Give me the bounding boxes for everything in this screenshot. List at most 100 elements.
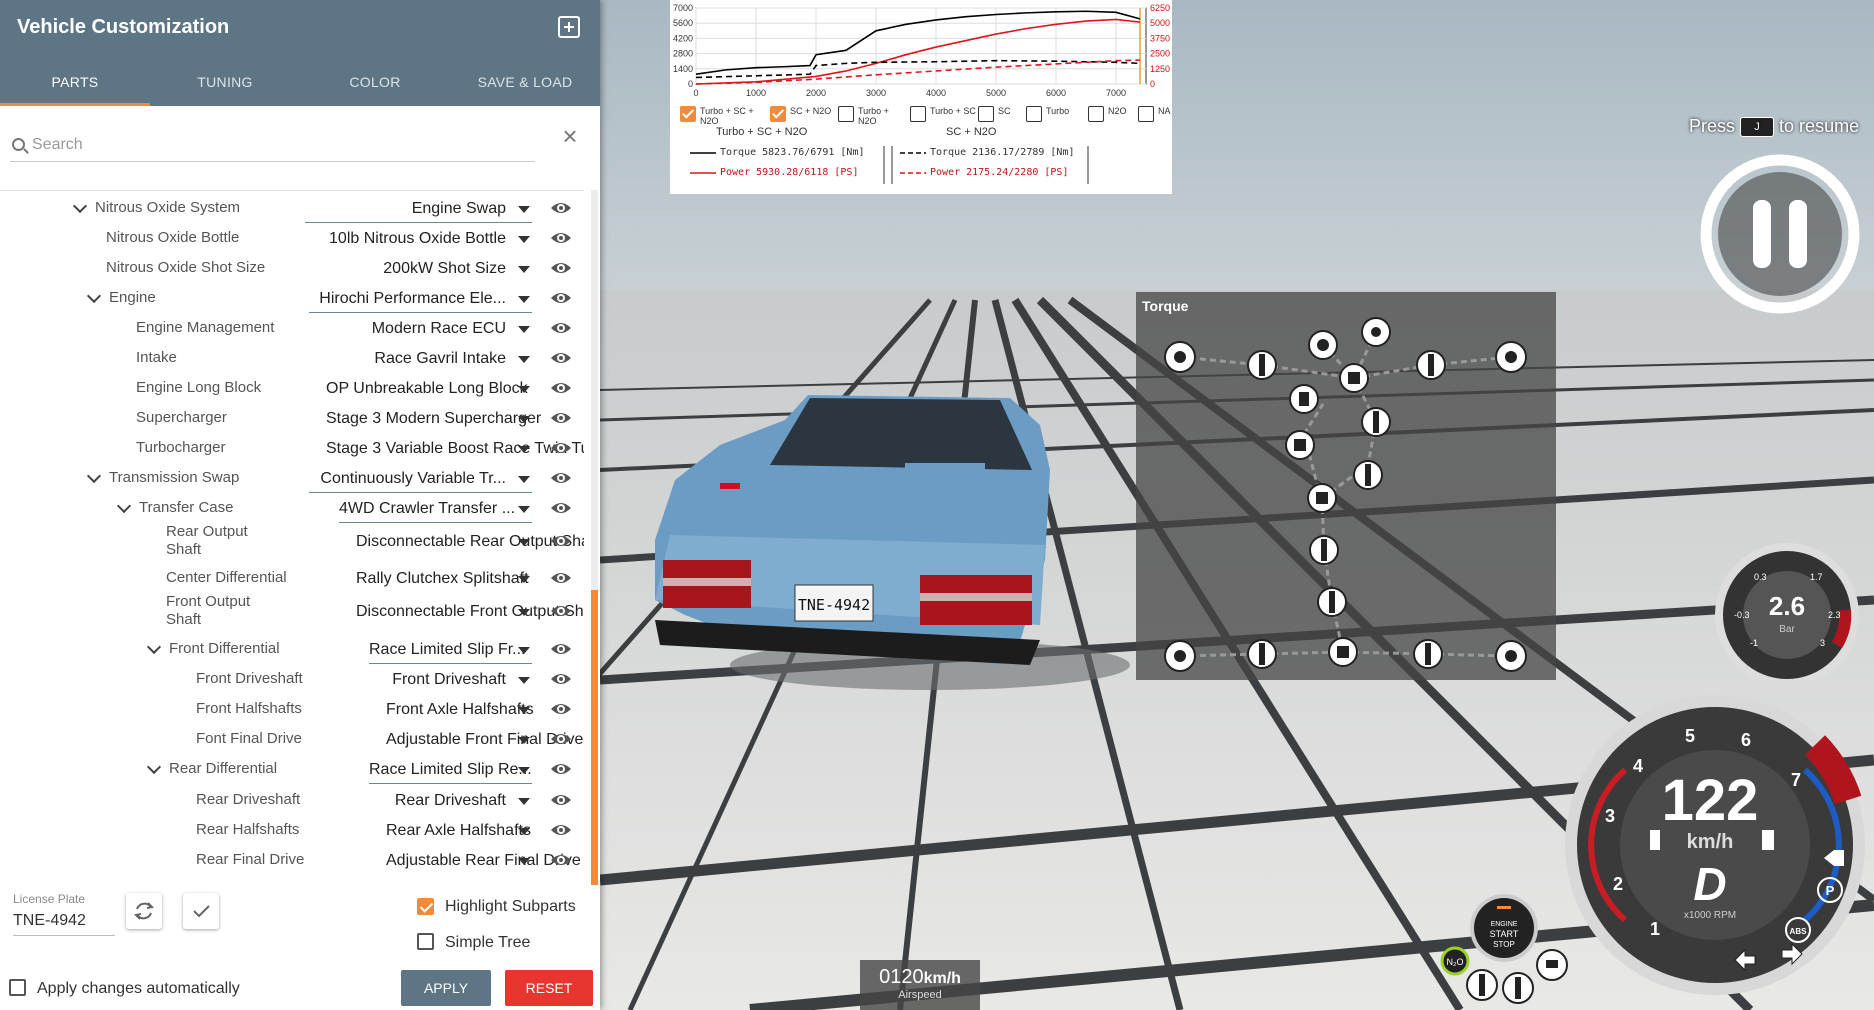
part-select[interactable]: Stage 3 Variable Boost Race Twin Turbo [326,435,584,463]
part-select[interactable]: Front Driveshaft [386,666,532,694]
expand-chevron-icon[interactable] [146,759,162,775]
graph-series-checkbox-label: Turbo + SC [930,106,976,116]
add-window-icon[interactable] [558,16,580,38]
scrollbar-thumb[interactable] [591,590,598,885]
graph-series-checkbox[interactable] [1026,106,1042,122]
visibility-eye-icon[interactable] [550,411,572,425]
visibility-eye-icon[interactable] [550,441,572,455]
parts-tree: Nitrous Oxide System Engine Swap Nitrous O… [0,190,584,885]
part-select-value: Front Driveshaft [392,671,506,688]
x-tick-label: 6000 [1046,88,1066,98]
part-select[interactable]: Front Axle Halfshafts [386,696,534,724]
part-select[interactable]: Engine Swap [305,195,532,223]
clear-search-icon[interactable]: × [558,123,582,150]
part-select[interactable]: Stage 3 Modern Supercharger [326,405,541,433]
expand-chevron-icon[interactable] [116,498,132,514]
visibility-eye-icon[interactable] [550,381,572,395]
part-select[interactable]: Rear Axle Halfshafts [386,817,532,845]
part-select[interactable]: Continuously Variable Tr... [309,465,532,493]
part-select[interactable]: 10lb Nitrous Oxide Bottle [296,225,532,253]
part-select-value: Stage 3 Modern Supercharger [326,410,542,427]
svg-text:3: 3 [1820,638,1825,648]
highlight-subparts-checkbox[interactable] [417,898,434,915]
part-select[interactable]: Race Limited Slip Re... [369,756,532,784]
visibility-eye-icon[interactable] [550,853,572,867]
graph-series-checkbox[interactable] [1088,106,1104,122]
part-select[interactable]: OP Unbreakable Long Block [326,375,532,403]
legend-left-power: Power 5930.28/6118 [PS] [720,167,859,178]
visibility-eye-icon[interactable] [550,351,572,365]
visibility-eye-icon[interactable] [550,261,572,275]
graph-series-checkbox[interactable] [838,106,854,122]
key-j-icon: J [1740,117,1775,138]
part-select-value: Engine Swap [411,200,506,217]
visibility-eye-icon[interactable] [550,823,572,837]
x-tick-label: 5000 [986,88,1006,98]
expand-chevron-icon[interactable] [72,198,88,214]
graph-series-checkbox[interactable] [770,106,786,122]
part-select[interactable]: Adjustable Rear Final Drive [386,847,581,875]
visibility-eye-icon[interactable] [550,571,572,585]
part-select[interactable]: 4WD Crawler Transfer ... [339,495,532,523]
visibility-eye-icon[interactable] [550,642,572,656]
confirm-plate-button[interactable] [183,893,219,929]
apply-button[interactable]: APPLY [401,970,491,1006]
visibility-eye-icon[interactable] [550,604,572,618]
part-select[interactable]: 200kW Shot Size [296,255,532,283]
visibility-eye-icon[interactable] [550,762,572,776]
series-line-power-solid [695,18,1141,85]
part-select-value: 4WD Crawler Transfer ... [339,500,516,517]
svg-text:ABS: ABS [1790,927,1808,936]
visibility-eye-icon[interactable] [550,321,572,335]
tab-color[interactable]: COLOR [300,62,450,106]
apply-automatically-checkbox[interactable] [9,979,26,996]
series-line-power-dashed [695,59,1141,85]
part-select[interactable]: Disconnectable Front Output Shaft [356,598,584,626]
graph-series-checkbox[interactable] [910,106,926,122]
part-select-value: Rear Driveshaft [394,792,506,809]
part-select[interactable]: Disconnectable Rear Output Shaft [356,528,584,556]
part-select[interactable]: Hirochi Performance Ele... [309,285,532,313]
dropdown-caret-icon [518,236,530,243]
visibility-eye-icon[interactable] [550,702,572,716]
tab-save-load[interactable]: SAVE & LOAD [450,62,600,106]
pause-icon-right [1789,200,1807,268]
visibility-eye-icon[interactable] [550,291,572,305]
part-select[interactable]: Race Limited Slip Fr... [369,636,532,664]
dropdown-caret-icon [518,206,530,213]
tab-tuning[interactable]: TUNING [150,62,300,106]
dropdown-caret-icon [518,828,530,835]
part-select-value: Front Axle Halfshafts [386,701,534,718]
dropdown-caret-icon [518,266,530,273]
visibility-eye-icon[interactable] [550,793,572,807]
visibility-eye-icon[interactable] [550,534,572,548]
part-select[interactable]: Rear Driveshaft [386,787,532,815]
y-left-tick-label: 2800 [673,49,693,59]
visibility-eye-icon[interactable] [550,732,572,746]
part-select[interactable]: Race Gavril Intake [326,345,532,373]
graph-series-checkbox[interactable] [680,106,696,122]
visibility-eye-icon[interactable] [550,471,572,485]
randomize-plate-button[interactable] [126,893,162,929]
tree-row: Front Differential Race Limited Slip Fr..… [0,636,584,666]
svg-text:4: 4 [1633,756,1643,776]
reset-button[interactable]: RESET [505,970,593,1006]
graph-series-checkbox-label: NA [1158,106,1171,116]
visibility-eye-icon[interactable] [550,231,572,245]
expand-chevron-icon[interactable] [86,288,102,304]
graph-series-checkbox[interactable] [978,106,994,122]
graph-series-checkbox[interactable] [1138,106,1154,122]
part-select[interactable]: Modern Race ECU [326,315,532,343]
search-input[interactable] [32,132,512,158]
visibility-eye-icon[interactable] [550,201,572,215]
expand-chevron-icon[interactable] [86,468,102,484]
expand-chevron-icon[interactable] [146,639,162,655]
visibility-eye-icon[interactable] [550,501,572,515]
simple-tree-checkbox[interactable] [417,933,434,950]
tab-parts[interactable]: PARTS [0,62,150,106]
visibility-eye-icon[interactable] [550,672,572,686]
license-plate-input[interactable]: TNE-4942 [13,912,115,936]
part-select[interactable]: Rally Clutchex Splitshaft [356,565,532,593]
part-select[interactable]: Adjustable Front Final Drive [386,726,583,754]
pause-button[interactable] [1696,150,1864,318]
